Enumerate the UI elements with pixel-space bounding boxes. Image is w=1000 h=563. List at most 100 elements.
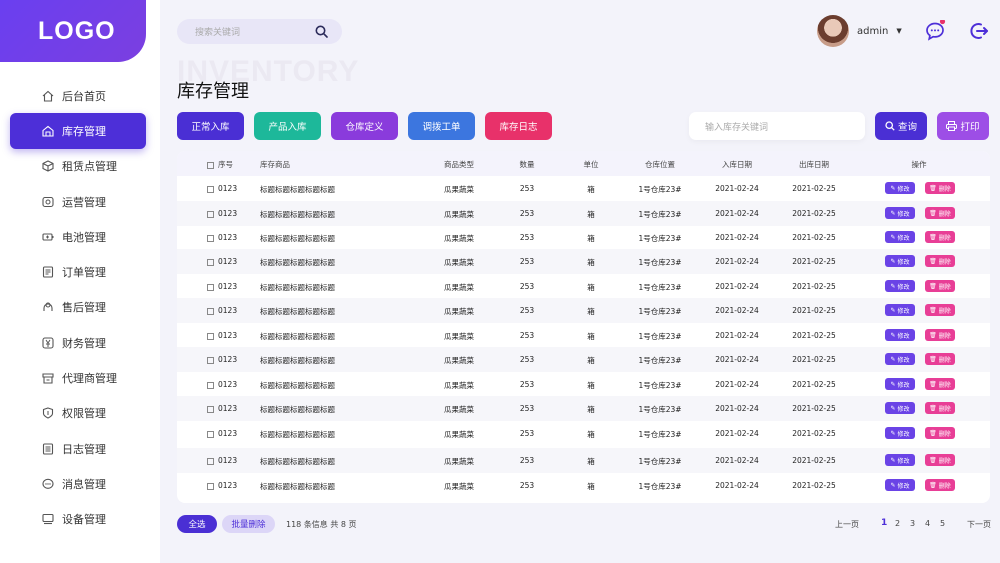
sidebar-item-5[interactable]: 电池管理 [10, 219, 146, 254]
checkbox[interactable] [207, 307, 214, 315]
sidebar-item-1[interactable]: 后台首页 [10, 78, 146, 113]
header-label: 数量 [519, 160, 535, 169]
edit-button[interactable]: ✎ 修改 [885, 402, 915, 414]
checkbox[interactable] [207, 258, 214, 266]
batch-delete-button[interactable]: 批量删除 [222, 515, 275, 533]
search-icon [885, 121, 895, 131]
delete-button[interactable]: 🗑 删除 [925, 304, 955, 316]
toolbar-button-5[interactable]: 库存日志 [485, 112, 552, 140]
cell: 标题标题标题标题标题 [260, 210, 335, 219]
delete-button[interactable]: 🗑 删除 [925, 479, 955, 491]
delete-label: 删除 [938, 210, 951, 218]
table-row: 0123 标题标题标题标题标题 瓜果蔬菜 253 箱 1号仓库23# 2021-02-24 2… [177, 249, 990, 274]
delete-button[interactable]: 🗑 删除 [925, 182, 955, 194]
toolbar-button-1[interactable]: 正常入库 [177, 112, 244, 140]
delete-button[interactable]: 🗑 删除 [925, 280, 955, 292]
checkbox[interactable] [207, 332, 214, 340]
checkbox[interactable] [207, 356, 214, 364]
cell: 0123 [218, 306, 238, 315]
sidebar-item-label: 租赁点管理 [62, 160, 117, 174]
checkbox[interactable] [207, 405, 214, 413]
inventory-search-input[interactable]: 输入库存关键词 [689, 112, 865, 140]
sidebar-item-6[interactable]: 订单管理 [10, 254, 146, 289]
edit-button[interactable]: ✎ 修改 [885, 454, 915, 466]
query-button[interactable]: 查询 [875, 112, 927, 140]
cell: 2021-02-24 [715, 355, 759, 364]
page-link[interactable]: 4 [925, 519, 930, 528]
cell: 0123 [218, 429, 238, 438]
sidebar-item-13[interactable]: 设备管理 [10, 502, 146, 537]
edit-button[interactable]: ✎ 修改 [885, 304, 915, 316]
edit-button[interactable]: ✎ 修改 [885, 329, 915, 341]
edit-button[interactable]: ✎ 修改 [885, 479, 915, 491]
edit-button[interactable]: ✎ 修改 [885, 255, 915, 267]
checkbox[interactable] [207, 430, 214, 438]
delete-button[interactable]: 🗑 删除 [925, 231, 955, 243]
sidebar-item-8[interactable]: 财务管理 [10, 325, 146, 360]
print-button[interactable]: 打印 [937, 112, 989, 140]
select-all-button[interactable]: 全选 [177, 515, 217, 533]
edit-button[interactable]: ✎ 修改 [885, 427, 915, 439]
checkbox[interactable] [207, 185, 214, 193]
edit-label: 修改 [897, 381, 910, 389]
delete-label: 删除 [938, 283, 951, 291]
sidebar-item-7[interactable]: 售后管理 [10, 290, 146, 325]
page-link[interactable]: 1 [881, 518, 887, 528]
chevron-down-icon[interactable]: ▼ [896, 27, 901, 35]
cell: 箱 [587, 283, 595, 292]
prev-page-link[interactable]: 上一页 [835, 519, 859, 530]
edit-label: 修改 [897, 405, 910, 413]
delete-button[interactable]: 🗑 删除 [925, 207, 955, 219]
header-label: 序号 [218, 160, 233, 169]
sidebar-item-11[interactable]: 日志管理 [10, 431, 146, 466]
edit-button[interactable]: ✎ 修改 [885, 353, 915, 365]
sidebar-item-4[interactable]: 运营管理 [10, 184, 146, 219]
checkbox[interactable] [207, 381, 214, 389]
page-link[interactable]: 2 [895, 519, 900, 528]
page-link[interactable]: 5 [940, 519, 945, 528]
cell: 标题标题标题标题标题 [260, 332, 335, 341]
sidebar-item-2[interactable]: 库存管理 [10, 113, 146, 149]
cell: 1号仓库23# [638, 482, 682, 491]
sidebar-item-10[interactable]: 权限管理 [10, 396, 146, 431]
sidebar-item-9[interactable]: 代理商管理 [10, 360, 146, 395]
header-index[interactable]: 序号 [207, 159, 233, 170]
sidebar-item-3[interactable]: 租赁点管理 [10, 149, 146, 184]
edit-button[interactable]: ✎ 修改 [885, 231, 915, 243]
toolbar-button-2[interactable]: 产品入库 [254, 112, 321, 140]
edit-button[interactable]: ✎ 修改 [885, 280, 915, 292]
edit-button[interactable]: ✎ 修改 [885, 378, 915, 390]
delete-button[interactable]: 🗑 删除 [925, 255, 955, 267]
logout-icon[interactable] [968, 20, 990, 42]
checkbox[interactable] [207, 482, 214, 490]
cell: 2021-02-24 [715, 481, 759, 490]
next-page-link[interactable]: 下一页 [967, 519, 991, 530]
message-icon[interactable] [924, 18, 946, 42]
checkbox[interactable] [207, 283, 214, 291]
delete-button[interactable]: 🗑 删除 [925, 353, 955, 365]
delete-button[interactable]: 🗑 删除 [925, 378, 955, 390]
toolbar-button-4[interactable]: 调拨工单 [408, 112, 475, 140]
avatar[interactable] [817, 15, 849, 47]
sidebar-item-12[interactable]: 消息管理 [10, 466, 146, 501]
page-link[interactable]: 3 [910, 519, 915, 528]
delete-button[interactable]: 🗑 删除 [925, 427, 955, 439]
search-icon[interactable] [315, 25, 328, 41]
delete-button[interactable]: 🗑 删除 [925, 454, 955, 466]
checkbox[interactable] [207, 161, 214, 169]
cell: 2021-02-24 [715, 184, 759, 193]
delete-button[interactable]: 🗑 删除 [925, 402, 955, 414]
toolbar-button-3[interactable]: 仓库定义 [331, 112, 398, 140]
user-name[interactable]: admin [857, 26, 888, 37]
search-input[interactable]: 搜索关键词 [177, 19, 342, 44]
checkbox[interactable] [207, 234, 214, 242]
checkbox[interactable] [207, 210, 214, 218]
edit-button[interactable]: ✎ 修改 [885, 182, 915, 194]
checkbox[interactable] [207, 457, 214, 465]
user-menu[interactable]: admin ▼ [817, 15, 902, 47]
delete-button[interactable]: 🗑 删除 [925, 329, 955, 341]
table-header: 序号 库存商品 商品类型 数量 单位 仓库位置 入库日期 出库日期 操作 [177, 151, 990, 176]
cell: 1号仓库23# [638, 210, 682, 219]
edit-button[interactable]: ✎ 修改 [885, 207, 915, 219]
cell: 0123 [218, 233, 238, 242]
